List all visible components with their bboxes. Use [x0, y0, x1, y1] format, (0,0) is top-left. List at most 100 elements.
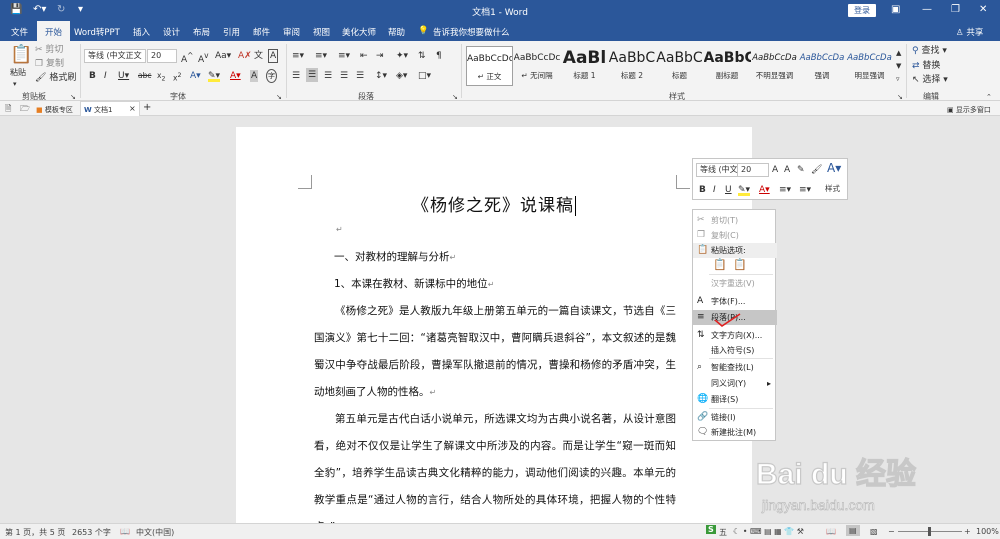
enclosed-char-icon[interactable]: 字 [266, 69, 277, 83]
strikethrough-icon[interactable]: abc [138, 70, 151, 82]
change-case-icon[interactable]: Aa▾ [215, 50, 231, 62]
context-item-10[interactable]: 同义词(Y) ▸ [693, 376, 777, 391]
distributed-icon[interactable]: ☰ [356, 70, 364, 82]
mini-shrink-font-icon[interactable]: A [784, 164, 790, 176]
shading-icon[interactable]: ◈▾ [396, 70, 407, 82]
tab-mailings[interactable]: 邮件 [253, 26, 270, 38]
mini-bullets-icon[interactable]: ≡▾ [779, 184, 791, 196]
page-count[interactable]: 第 1 页，共 5 页 [5, 527, 65, 538]
ime-mode[interactable]: 五 [719, 527, 727, 538]
context-item-5[interactable]: A 字体(F)... [693, 294, 777, 309]
close-icon[interactable]: ✕ [979, 4, 987, 16]
tab-design[interactable]: 设计 [163, 26, 180, 38]
paste-text-only-icon[interactable]: 📋 [733, 259, 747, 271]
mini-style-pane-icon[interactable]: ✎ [797, 164, 805, 176]
paste-keep-format-icon[interactable]: 📋 [713, 259, 727, 271]
align-right-icon[interactable]: ☰ [324, 70, 332, 82]
style-5[interactable]: AaBbC 标题 [656, 46, 703, 86]
paste-dropdown-icon[interactable]: ▾ [13, 78, 17, 90]
align-center-icon[interactable]: ☰ [306, 68, 319, 82]
style-3[interactable]: AaBl 标题 1 [561, 46, 608, 86]
styles-scroll-up-icon[interactable]: ▲ [896, 47, 901, 59]
font-color-icon[interactable]: A▾ [230, 70, 241, 82]
heading-1[interactable]: 一、对教材的理解与分析↵ [314, 244, 676, 271]
paste-icon[interactable]: 📋 [10, 45, 32, 65]
zoom-in-icon[interactable]: + [964, 527, 971, 536]
copy-button[interactable]: ❐ 复制 [35, 58, 64, 70]
mini-format-painter-icon[interactable]: 🖌 [811, 164, 822, 176]
bullets-icon[interactable]: ≡▾ [292, 50, 304, 62]
find-button[interactable]: ⚲ 查找 ▾ [912, 45, 947, 57]
mini-bold-icon[interactable]: B [699, 184, 706, 196]
context-item-4[interactable]: 汉字重选(V) [693, 276, 777, 291]
login-button[interactable]: 登录 [848, 4, 876, 17]
mini-numbering-icon[interactable]: ≡▾ [799, 184, 811, 196]
context-item-13[interactable]: 🗨 新建批注(M) [693, 425, 777, 440]
tab-home[interactable]: 开始 [37, 21, 71, 41]
cut-button[interactable]: ✂ 剪切 [35, 44, 63, 56]
line-spacing-icon[interactable]: ↕▾ [375, 70, 387, 82]
styles-scroll-down-icon[interactable]: ▼ [896, 60, 901, 72]
mini-font-select[interactable]: 等线 (中文 [696, 163, 738, 177]
font-size-select[interactable]: 20 [147, 49, 177, 63]
context-item-12[interactable]: 🔗 链接(I) [693, 410, 777, 425]
clear-format-icon[interactable]: A✗ [238, 50, 252, 62]
tab-close-icon[interactable]: × [129, 103, 136, 115]
tab-view[interactable]: 视图 [313, 26, 330, 38]
grow-font-icon[interactable]: A^ [181, 50, 193, 66]
share-button[interactable]: ♙ 共享 [956, 26, 983, 38]
chinese-layout-icon[interactable]: ✦▾ [396, 50, 408, 62]
decrease-indent-icon[interactable]: ⇤ [360, 50, 368, 62]
bold-icon[interactable]: B [89, 70, 96, 82]
heading-1-1[interactable]: 1、本课在教材、新课标中的地位↵ [314, 271, 676, 298]
web-layout-icon[interactable]: ▧ [870, 527, 878, 536]
mini-size-select[interactable]: 20 [737, 163, 769, 177]
zoom-out-icon[interactable]: − [888, 527, 895, 536]
tab-file[interactable]: 文件 [11, 26, 28, 38]
body-paragraph-2[interactable]: 第五单元是古代白话小说单元，所选课文均为古典小说名著，从设计意图看，绝对不仅仅是… [314, 406, 676, 523]
zoom-slider-thumb[interactable] [928, 527, 931, 536]
ime-tools-icons[interactable]: ☾ • ⌨ ▤ ▦ 👕 ⚒ [733, 527, 804, 536]
highlight-icon[interactable]: ✎▾ [208, 70, 221, 82]
mini-underline-icon[interactable]: U [725, 184, 732, 196]
style-7[interactable]: AaBbCcDa 不明显强调 [751, 46, 798, 86]
superscript-icon[interactable]: x2 [173, 70, 181, 85]
word-count[interactable]: 2653 个字 [72, 527, 111, 538]
style-6[interactable]: AaBbC 副标题 [704, 46, 751, 86]
context-item-9[interactable]: ⌕ 智能查找(L) [693, 360, 777, 375]
minimize-icon[interactable]: — [922, 4, 932, 16]
borders-icon[interactable]: □▾ [418, 70, 431, 82]
language-indicator[interactable]: 中文(中国) [136, 527, 174, 538]
tab-layout[interactable]: 布局 [193, 26, 210, 38]
underline-icon[interactable]: U▾ [118, 70, 129, 82]
style-8[interactable]: AaBbCcDa 强调 [799, 46, 846, 86]
mini-italic-icon[interactable]: I [713, 184, 716, 196]
context-item-1[interactable]: ✂ 剪切(T) [693, 213, 777, 228]
proofing-icon[interactable]: 📖 [120, 527, 130, 536]
context-item-7[interactable]: ⇅ 文字方向(X)... [693, 328, 777, 343]
sort-icon[interactable]: ⇅ [418, 50, 426, 62]
tab-word-to-ppt[interactable]: Word转PPT [74, 26, 120, 38]
context-item-11[interactable]: 🌐 翻译(S) [693, 392, 777, 407]
mini-grow-font-icon[interactable]: A [772, 164, 778, 176]
tab-help[interactable]: 帮助 [388, 26, 405, 38]
mini-font-color-icon[interactable]: A▾ [759, 184, 770, 196]
tab-references[interactable]: 引用 [223, 26, 240, 38]
template-tab[interactable]: ■ 模板专区 [36, 104, 73, 116]
new-tab-icon[interactable]: + [143, 102, 151, 114]
ime-icon[interactable]: S [706, 525, 716, 534]
multilevel-list-icon[interactable]: ≡▾ [338, 50, 350, 62]
style-1[interactable]: AaBbCcDc ↵ 正文 [466, 46, 513, 86]
context-item-2[interactable]: ❐ 复制(C) [693, 228, 777, 243]
tab-beautify[interactable]: 美化大师 [342, 26, 376, 38]
shrink-font-icon[interactable]: Av [198, 50, 209, 66]
tell-me-search[interactable]: 告诉我你想要做什么 [433, 26, 510, 38]
text-effects-icon[interactable]: A▾ [190, 70, 201, 82]
ribbon-display-icon[interactable]: ▣ [891, 4, 900, 16]
style-4[interactable]: AaBbC 标题 2 [609, 46, 656, 86]
numbering-icon[interactable]: ≡▾ [315, 50, 327, 62]
format-painter-button[interactable]: 🖌 格式刷 [35, 72, 76, 84]
zoom-level[interactable]: 100% [976, 527, 999, 536]
mini-highlight-icon[interactable]: ✎▾ [738, 184, 751, 196]
print-layout-icon[interactable]: ▤ [846, 525, 860, 536]
